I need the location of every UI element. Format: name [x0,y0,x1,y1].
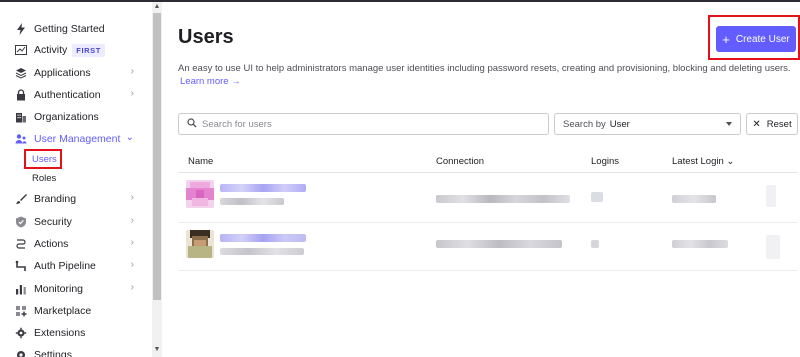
sidebar-item-getting-started[interactable]: Getting Started [14,19,146,39]
sidebar-item-label: Actions [34,238,69,250]
chevron-right-icon: › [130,215,134,226]
users-icon [14,132,28,146]
redacted-latest-login [672,195,716,203]
sidebar-item-label: Marketplace [34,305,92,317]
layers-icon [14,66,28,80]
redacted-latest-login [672,240,728,248]
sidebar-item-auth-pipeline[interactable]: Auth Pipeline › [14,256,146,276]
sidebar-item-actions[interactable]: Actions › [14,234,146,254]
reset-label: Reset [766,118,792,130]
sidebar-item-branding[interactable]: Branding › [14,189,146,209]
chart-icon [14,43,28,57]
chevron-down-icon: ⌄ [125,132,134,143]
chevron-down-icon [726,122,732,126]
learn-more-link[interactable]: Learn more → [180,76,241,87]
page-title: Users [178,26,234,48]
sidebar-item-label: Activity [34,44,68,56]
chevron-right-icon: › [130,192,134,203]
close-icon: ✕ [752,118,761,130]
chevron-right-icon: › [130,237,134,248]
sidebar-item-monitoring[interactable]: Monitoring › [14,279,146,299]
redacted-email [220,248,304,255]
scroll-up-arrow-icon[interactable]: ▲ [152,2,162,12]
pipeline-icon [14,259,28,273]
scroll-down-arrow-icon[interactable]: ▼ [152,345,162,355]
row-actions-icon[interactable] [766,185,776,207]
sidebar-item-label: Monitoring [34,283,84,295]
redacted-logins [591,192,603,202]
redacted-email [220,198,284,205]
search-box[interactable] [178,113,549,135]
sidebar-item-label: Auth Pipeline [34,260,96,272]
bar-chart-icon [14,282,28,296]
table-header-divider [178,172,798,173]
column-header-logins[interactable]: Logins [591,156,619,167]
chevron-right-icon: › [130,88,134,99]
bolt-icon [14,22,28,36]
sidebar-item-marketplace[interactable]: Marketplace [14,301,146,321]
avatar [186,230,214,258]
lock-icon [14,88,28,102]
column-header-name[interactable]: Name [188,156,213,167]
create-user-button[interactable]: + Create User [716,26,796,52]
search-icon [187,115,197,133]
sidebar-item-activity[interactable]: Activity FIRST [14,40,146,60]
brush-icon [14,192,28,206]
sidebar-item-label: Security [34,216,72,228]
sidebar-item-authentication[interactable]: Authentication › [14,85,146,105]
sidebar-item-user-management[interactable]: User Management ⌄ [14,129,146,149]
sidebar: Getting Started Activity FIRST Applicati… [0,2,152,357]
chevron-right-icon: › [130,259,134,270]
sidebar-item-security[interactable]: Security › [14,212,146,232]
sidebar-scrollbar-thumb[interactable] [153,13,161,300]
sidebar-subitem-users[interactable]: Users [32,154,57,165]
sidebar-item-settings[interactable]: Settings [14,345,146,357]
search-by-select[interactable]: Search by User [554,113,741,135]
first-badge: FIRST [72,43,105,57]
sidebar-item-label: Getting Started [34,23,105,35]
plus-icon: + [722,31,730,47]
sidebar-item-label: Authentication [34,89,101,101]
actions-icon [14,237,28,251]
column-header-latest-login[interactable]: Latest Login ⌄ [672,156,734,167]
row-divider [178,270,798,271]
page-description: An easy to use UI to help administrators… [178,63,791,74]
search-by-value: User [609,118,630,130]
sidebar-item-applications[interactable]: Applications › [14,63,146,83]
column-header-connection[interactable]: Connection [436,156,484,167]
sidebar-item-label: Branding [34,193,77,205]
building-icon [14,110,28,124]
grid-plus-icon [14,304,28,318]
chevron-right-icon: › [130,66,134,77]
gear-cog-icon [14,326,28,340]
reset-button[interactable]: ✕ Reset [746,113,798,135]
sidebar-item-label: User Management [34,133,121,145]
sidebar-item-label: Settings [34,349,72,357]
row-divider [178,222,798,223]
search-input[interactable] [202,118,532,130]
redacted-connection [436,195,570,203]
redacted-logins [591,240,599,248]
shield-icon [14,215,28,229]
chevron-right-icon: › [130,282,134,293]
sidebar-subitem-roles[interactable]: Roles [32,173,56,184]
search-by-label: Search by [563,118,606,130]
create-user-label: Create User [735,33,790,45]
sidebar-item-label: Applications [34,67,91,79]
avatar [186,180,214,208]
settings-icon [14,348,28,357]
redacted-connection [436,240,562,248]
redacted-name [220,184,306,192]
sidebar-item-label: Extensions [34,327,86,339]
redacted-name [220,234,306,242]
sidebar-item-extensions[interactable]: Extensions [14,323,146,343]
row-actions-icon[interactable] [766,235,780,259]
sidebar-item-organizations[interactable]: Organizations [14,107,146,127]
sidebar-item-label: Organizations [34,111,99,123]
